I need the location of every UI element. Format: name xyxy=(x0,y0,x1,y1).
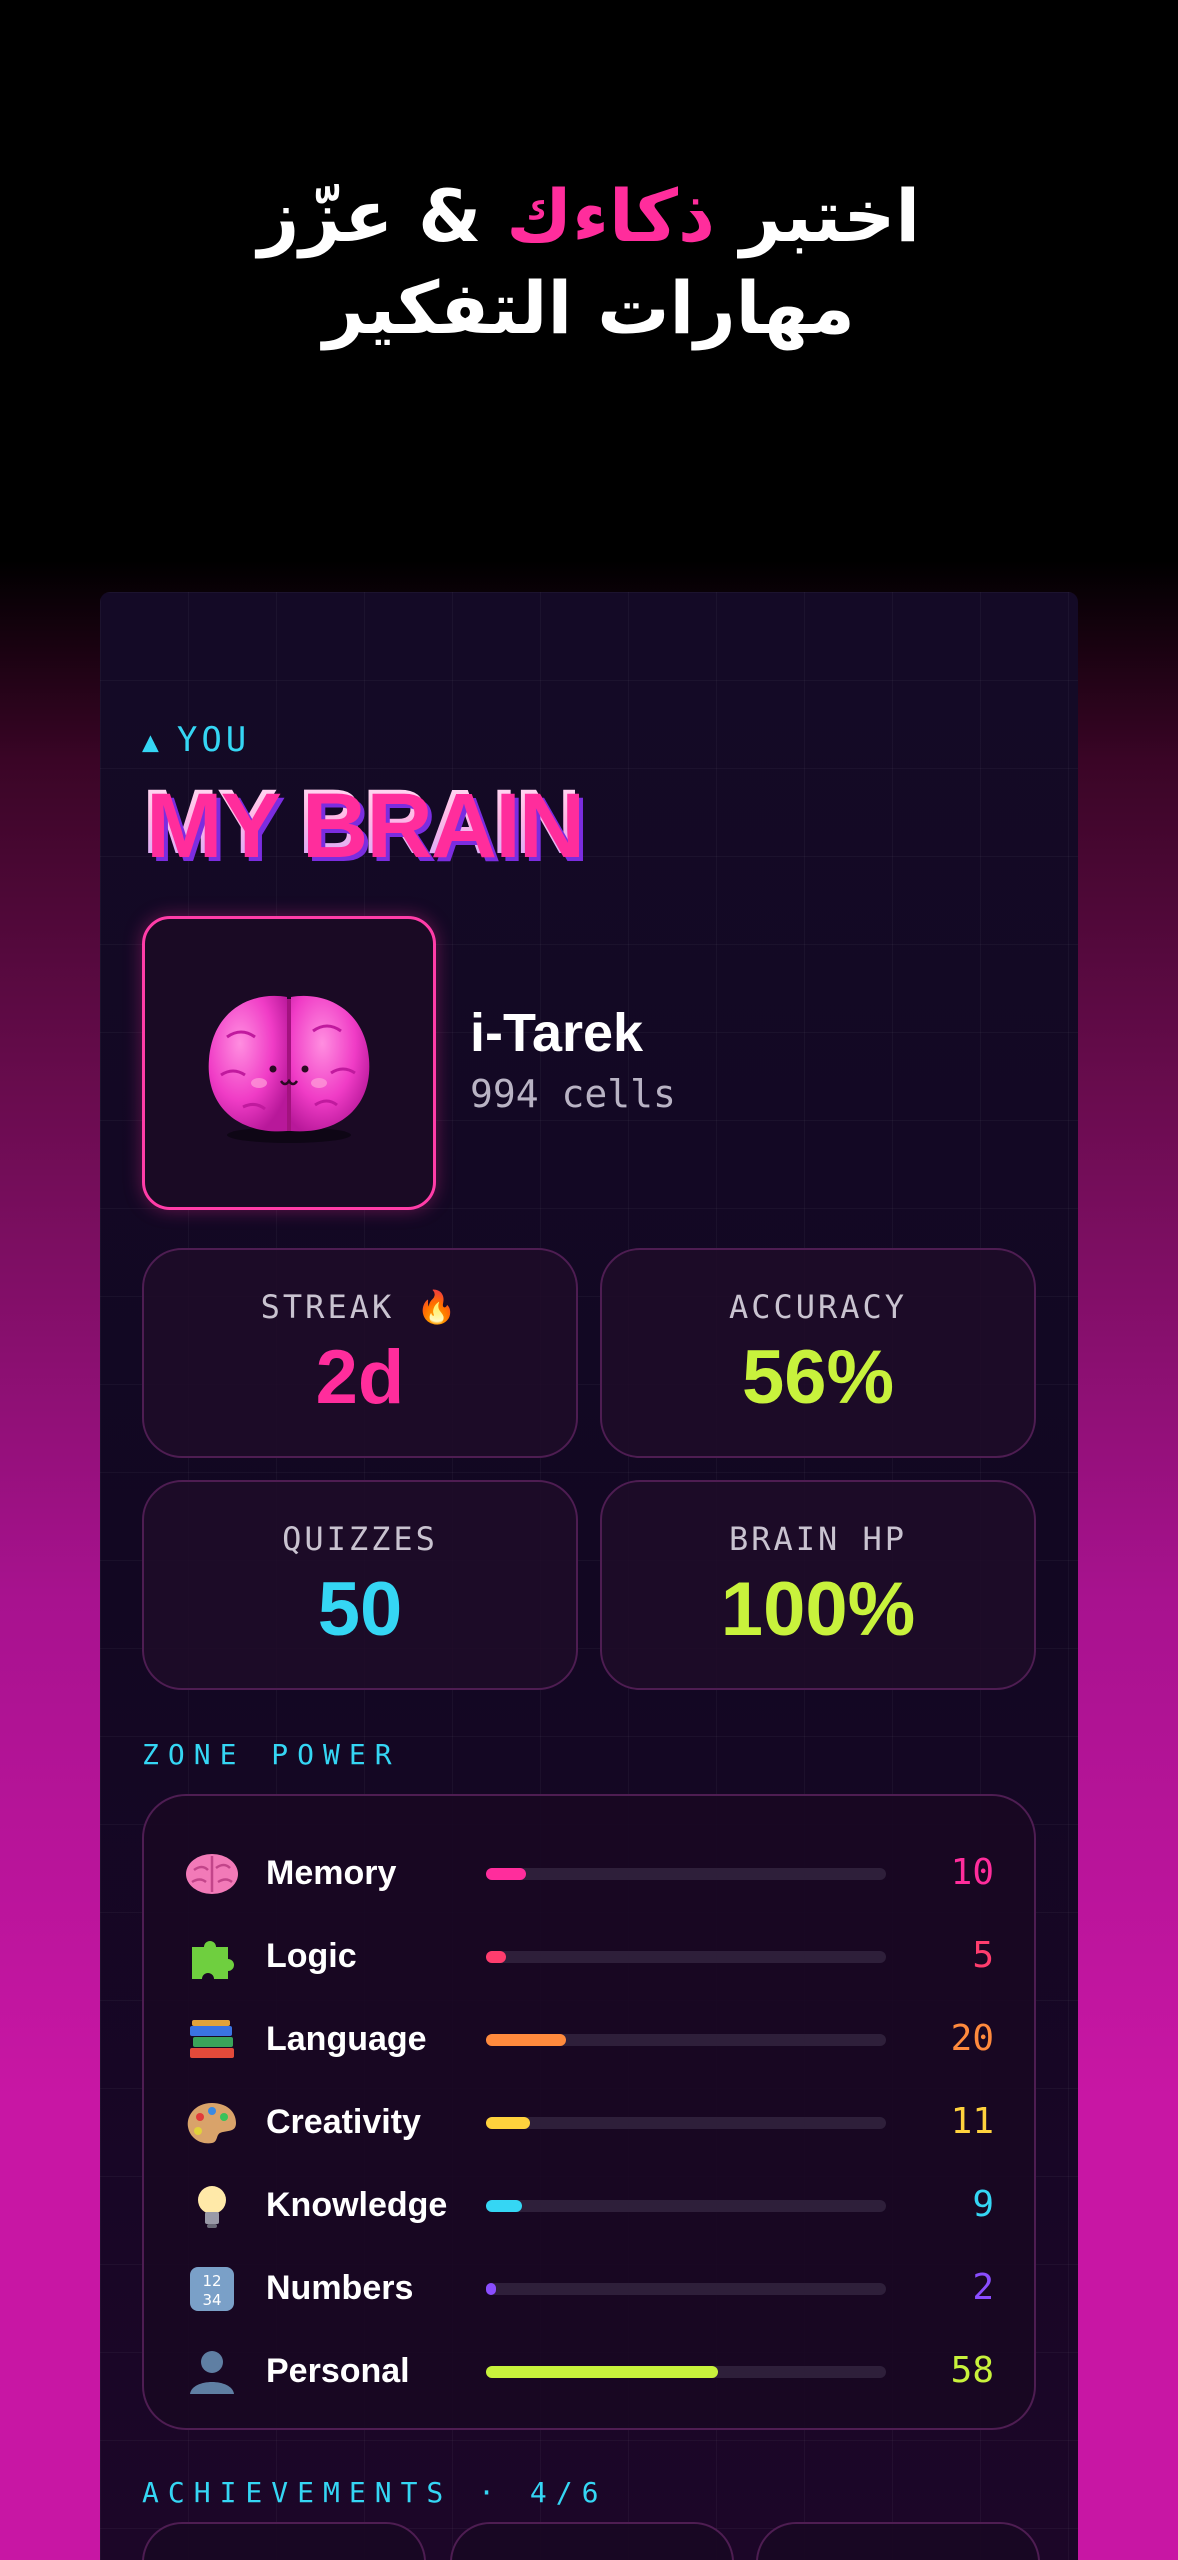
svg-text:34: 34 xyxy=(202,2291,221,2309)
zone-row-knowledge[interactable]: Knowledge 9 xyxy=(144,2176,1034,2236)
stat-label: BRAIN HP xyxy=(728,1520,908,1558)
stat-card-brain-hp[interactable]: BRAIN HP 100% xyxy=(600,1480,1036,1690)
zone-value: 9 xyxy=(972,2184,994,2225)
app-screen: ▲ YOU MY BRAIN i-Tarek 994 cells STREAK … xyxy=(100,592,1078,2560)
palette-icon xyxy=(187,2103,236,2144)
zone-name: Personal xyxy=(266,2352,410,2390)
zone-progress-fill xyxy=(486,2366,718,2378)
zone-progress-track xyxy=(486,2034,886,2046)
promo-headline: اختبر ذكاءك & عزّز مهارات التفكير xyxy=(0,170,1178,354)
achievement-card[interactable] xyxy=(450,2522,734,2560)
headline-line-1: اختبر ذكاءك & عزّز xyxy=(257,174,921,258)
section-you: ▲ YOU xyxy=(142,720,251,760)
zone-progress-track xyxy=(486,2283,886,2295)
zone-value: 2 xyxy=(972,2267,994,2308)
zone-row-personal[interactable]: Personal 58 xyxy=(144,2342,1034,2402)
stat-card-accuracy[interactable]: ACCURACY 56% xyxy=(600,1248,1036,1458)
brain-mascot-icon xyxy=(208,995,370,1143)
stat-label: STREAK 🔥 xyxy=(260,1288,460,1326)
zone-name: Knowledge xyxy=(266,2186,448,2224)
zone-progress-fill xyxy=(486,1868,526,1880)
zone-row-logic[interactable]: Logic 5 xyxy=(144,1927,1034,1987)
achievement-card[interactable] xyxy=(142,2522,426,2560)
stat-label: ACCURACY xyxy=(728,1288,908,1326)
zone-value: 58 xyxy=(950,2350,994,2391)
zone-progress-track xyxy=(486,2366,886,2378)
zone-row-memory[interactable]: Memory 10 xyxy=(144,1844,1034,1904)
zone-name: Language xyxy=(266,2020,427,2058)
page-title: MY BRAIN xyxy=(142,771,581,873)
zone-progress-track xyxy=(486,2117,886,2129)
stat-card-quizzes[interactable]: QUIZZES 50 xyxy=(142,1480,578,1690)
person-icon xyxy=(190,2351,234,2394)
zone-power-heading: ZONE POWER xyxy=(142,1738,401,1771)
zone-progress-fill xyxy=(486,2283,496,2295)
avatar[interactable] xyxy=(142,916,436,1210)
stat-value: 100% xyxy=(720,1567,916,1652)
achievements-row xyxy=(100,2522,1078,2560)
zone-progress-fill xyxy=(486,2200,522,2212)
zone-name: Logic xyxy=(266,1937,357,1975)
stat-card-streak[interactable]: STREAK 🔥 2d xyxy=(142,1248,578,1458)
zone-progress-fill xyxy=(486,1951,506,1963)
books-icon xyxy=(190,2020,234,2058)
stat-value: 56% xyxy=(741,1335,895,1420)
headline-line-2: مهارات التفكير xyxy=(323,266,855,350)
puzzle-icon xyxy=(192,1941,234,1979)
triangle-icon: ▲ xyxy=(142,725,163,758)
zone-name: Creativity xyxy=(266,2103,421,2141)
stat-value: 50 xyxy=(317,1567,403,1652)
stat-label: QUIZZES xyxy=(282,1520,438,1558)
zone-progress-track xyxy=(486,1868,886,1880)
cell-count: 994 cells xyxy=(470,1072,676,1116)
stat-value: 2d xyxy=(315,1335,405,1420)
svg-text:12: 12 xyxy=(202,2272,221,2290)
brain-icon xyxy=(186,1854,238,1894)
headline-accent: ذكاءك xyxy=(506,174,715,258)
zone-value: 10 xyxy=(950,1852,994,1893)
achievement-card[interactable] xyxy=(756,2522,1040,2560)
zone-progress-track xyxy=(486,2200,886,2212)
zone-name: Numbers xyxy=(266,2269,414,2307)
zone-value: 5 xyxy=(972,1935,994,1976)
lightbulb-icon xyxy=(198,2186,226,2228)
zone-progress-fill xyxy=(486,2117,530,2129)
numbers-icon: 1234 xyxy=(190,2267,234,2311)
achievements-heading: ACHIEVEMENTS · 4/6 xyxy=(142,2476,608,2509)
zone-progress-track xyxy=(486,1951,886,1963)
zone-value: 11 xyxy=(950,2101,994,2142)
username: i-Tarek xyxy=(470,1003,644,1063)
zone-value: 20 xyxy=(950,2018,994,2059)
zone-row-numbers[interactable]: 12 34 Numbers 2 xyxy=(144,2259,1034,2319)
zone-row-language[interactable]: Language 20 xyxy=(144,2010,1034,2070)
zone-row-creativity[interactable]: Creativity 11 xyxy=(144,2093,1034,2153)
zone-progress-fill xyxy=(486,2034,566,2046)
zone-power-panel: Memory 10 Logic 5 Language 20 Creativity… xyxy=(142,1794,1036,2430)
zone-name: Memory xyxy=(266,1854,397,1892)
